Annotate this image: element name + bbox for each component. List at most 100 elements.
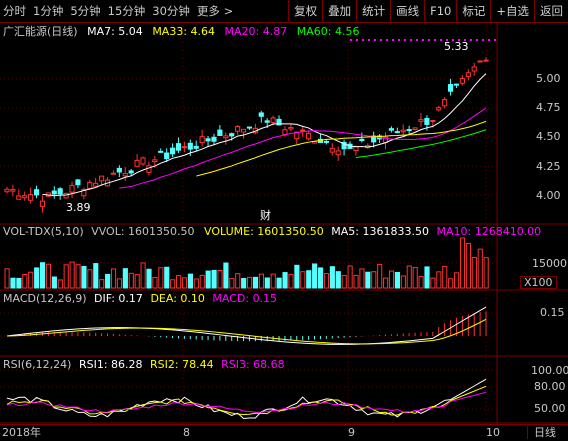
- volume-bar: [34, 267, 40, 289]
- volume-bar: [63, 264, 69, 289]
- signal-dot: [356, 39, 358, 41]
- rsi3-line: [6, 391, 487, 413]
- volume-bar: [377, 263, 383, 289]
- candle-body: [158, 150, 164, 153]
- candle-body: [406, 129, 412, 132]
- candle-body: [323, 140, 329, 143]
- candle-body: [270, 117, 276, 123]
- volume-bar: [28, 271, 34, 289]
- candle-body: [4, 188, 10, 193]
- volume-bar: [140, 262, 146, 289]
- volume-bar: [270, 273, 276, 289]
- volume-bar: [264, 277, 270, 289]
- candle-body: [477, 60, 483, 63]
- volume-bar: [329, 266, 335, 289]
- volume-bar: [359, 268, 365, 289]
- price-tick: 5.00: [536, 72, 561, 85]
- volume-legend: VOL-TDX(5,10) VVOL: 1601350.50 VOLUME: 1…: [3, 225, 541, 238]
- vol-ma10-label: MA10: 1268410.00: [436, 225, 542, 238]
- price-tick: 4.50: [536, 130, 561, 143]
- candle-body: [359, 138, 365, 142]
- candle-body: [164, 152, 170, 160]
- volume-bar: [199, 274, 205, 289]
- signal-dot: [440, 39, 442, 41]
- candle-body: [436, 107, 442, 111]
- volume-bar: [22, 274, 28, 289]
- candle-body: [483, 59, 489, 62]
- candle-body: [205, 138, 211, 142]
- dif-line: [6, 306, 487, 345]
- volume-bar: [300, 271, 306, 289]
- volume-bar: [170, 279, 176, 289]
- signal-dot: [422, 39, 424, 41]
- date-label-year: 2018年: [2, 426, 41, 439]
- signal-dot: [470, 39, 472, 41]
- price-legend: 广汇能源(日线) MA7: 5.04 MA33: 4.64 MA20: 4.87…: [3, 25, 359, 38]
- candle-body: [258, 112, 264, 117]
- ma7-label: MA7: 5.04: [87, 25, 143, 38]
- macd-panel: [6, 306, 487, 345]
- candle-body: [63, 192, 69, 199]
- volume-panel: [4, 237, 489, 289]
- candle-body: [99, 175, 105, 182]
- candle-body: [211, 136, 217, 142]
- candle-body: [329, 147, 335, 153]
- volume-bar: [16, 277, 22, 289]
- volume-bar: [51, 276, 57, 289]
- financial-report-marker[interactable]: 财: [260, 209, 271, 222]
- volume-bar: [442, 265, 448, 289]
- candle-body: [240, 128, 247, 133]
- candle-body: [459, 77, 465, 84]
- volume-bar: [116, 278, 123, 289]
- vol-ma5-label: MA5: 1361833.50: [331, 225, 429, 238]
- rsi3-label: RSI3: 68.68: [221, 358, 285, 371]
- volume-bar: [306, 270, 312, 289]
- rsi1-line: [6, 378, 487, 420]
- volume-bar: [294, 264, 300, 289]
- vvol-label: VVOL: 1601350.50: [91, 225, 195, 238]
- candle-body: [264, 120, 270, 123]
- volume-bar: [87, 269, 93, 289]
- volume-bar: [323, 273, 330, 289]
- volume-bar: [45, 263, 52, 289]
- volume-bar: [430, 277, 436, 289]
- stock-name[interactable]: 广汇能源(日线): [3, 25, 78, 38]
- volume-bar: [471, 256, 477, 289]
- volume-bar: [365, 271, 371, 289]
- price-tick: 4.25: [536, 160, 561, 173]
- volume-bar: [110, 268, 117, 289]
- volume-bar: [418, 275, 424, 289]
- candle-body: [22, 195, 28, 199]
- volume-bar: [252, 276, 259, 289]
- macd-value-label: MACD: 0.15: [212, 292, 278, 305]
- candle-body: [442, 99, 448, 107]
- rsi-title[interactable]: RSI(6,12,24): [3, 358, 71, 371]
- volume-bar: [10, 277, 16, 289]
- volume-bar: [211, 269, 217, 289]
- volume-bar: [371, 271, 377, 289]
- candle-body: [10, 189, 16, 192]
- candle-body: [57, 188, 63, 195]
- candle-body: [33, 189, 40, 196]
- candle-body: [169, 147, 176, 155]
- volume-bar: [436, 271, 442, 289]
- candle-body: [39, 200, 46, 207]
- volume-bar: [276, 277, 282, 289]
- vol-title[interactable]: VOL-TDX(5,10): [3, 225, 84, 238]
- macd-title[interactable]: MACD(12,26,9): [3, 292, 87, 305]
- volume-bar: [347, 265, 353, 289]
- date-axis: 2018年 8 9 10 日线: [0, 424, 568, 441]
- candle-body: [306, 132, 312, 140]
- candle-body: [28, 193, 34, 201]
- volume-label: VOLUME: 1601350.50: [204, 225, 324, 238]
- period-select[interactable]: 日线: [527, 426, 556, 439]
- candle-body: [128, 170, 134, 174]
- volume-bar: [454, 272, 460, 289]
- candle-body: [418, 119, 424, 122]
- low-price-marker: 3.89: [66, 201, 91, 214]
- candle-body: [229, 133, 235, 137]
- volume-bar: [383, 277, 389, 289]
- volume-bar: [341, 274, 347, 289]
- volume-tick: 15000: [532, 257, 567, 270]
- signal-dot: [434, 39, 436, 41]
